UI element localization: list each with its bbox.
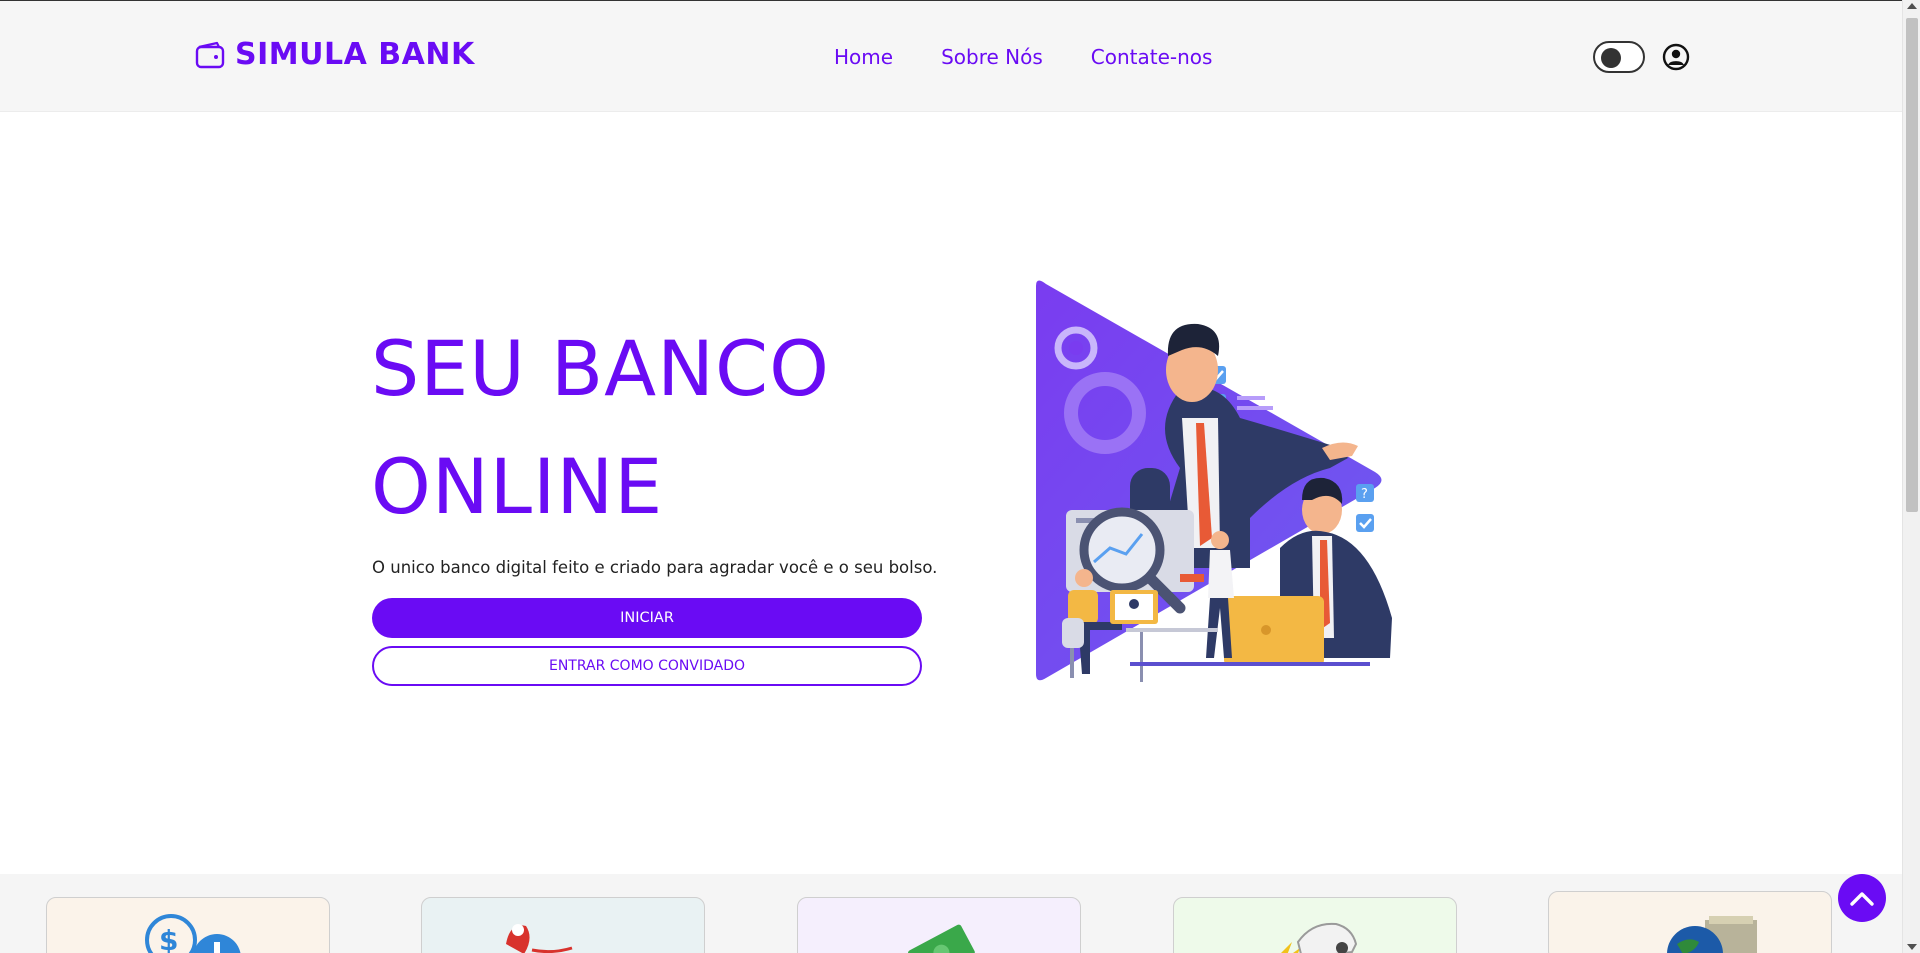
hero-title-line1: SEU BANCO bbox=[371, 324, 830, 413]
scroll-thumb[interactable] bbox=[1906, 18, 1918, 512]
scroll-up-arrow-icon[interactable] bbox=[1907, 3, 1917, 9]
cash-icon bbox=[907, 924, 975, 953]
page: SIMULA BANK Home Sobre Nós Contate-nos S… bbox=[0, 0, 1920, 953]
service-card-5[interactable] bbox=[1548, 891, 1832, 953]
scroll-down-arrow-icon[interactable] bbox=[1907, 944, 1917, 950]
hero-subtitle: O unico banco digital feito e criado par… bbox=[372, 558, 938, 577]
page-scrollbar[interactable] bbox=[1902, 0, 1920, 953]
brand-name: SIMULA BANK bbox=[235, 37, 475, 72]
service-card-3[interactable] bbox=[797, 897, 1081, 953]
user-circle-icon bbox=[1662, 43, 1690, 71]
main-nav: Home Sobre Nós Contate-nos bbox=[834, 45, 1212, 69]
brand-logo[interactable]: SIMULA BANK bbox=[195, 37, 475, 72]
svg-text:$: $ bbox=[159, 924, 178, 953]
nav-home[interactable]: Home bbox=[834, 45, 893, 69]
nav-sobre-nos[interactable]: Sobre Nós bbox=[941, 45, 1043, 69]
hero-title: SEU BANCO ONLINE bbox=[371, 310, 830, 546]
scroll-top-button[interactable] bbox=[1838, 874, 1886, 922]
globe-money-icon bbox=[1667, 916, 1757, 953]
toggle-knob bbox=[1601, 48, 1621, 68]
guest-login-button[interactable]: ENTRAR COMO CONVIDADO bbox=[372, 646, 922, 686]
car-crash-icon bbox=[1281, 922, 1358, 953]
dollar-coins-icon: $ bbox=[145, 914, 241, 953]
business-illustration: ? bbox=[1036, 280, 1392, 682]
gift-icon bbox=[506, 924, 573, 953]
nav-contate-nos[interactable]: Contate-nos bbox=[1091, 45, 1213, 69]
service-card-1[interactable]: $ bbox=[46, 897, 330, 953]
theme-toggle[interactable] bbox=[1593, 41, 1645, 73]
wallet-icon bbox=[195, 41, 225, 68]
iniciar-button[interactable]: INICIAR bbox=[372, 598, 922, 638]
chevron-up-icon bbox=[1850, 892, 1874, 906]
service-card-2[interactable] bbox=[421, 897, 705, 953]
svg-text:?: ? bbox=[1361, 487, 1368, 502]
hero-title-line2: ONLINE bbox=[371, 442, 664, 531]
service-card-4[interactable] bbox=[1173, 897, 1457, 953]
user-account-button[interactable] bbox=[1662, 43, 1690, 71]
site-header: SIMULA BANK Home Sobre Nós Contate-nos bbox=[0, 0, 1902, 112]
